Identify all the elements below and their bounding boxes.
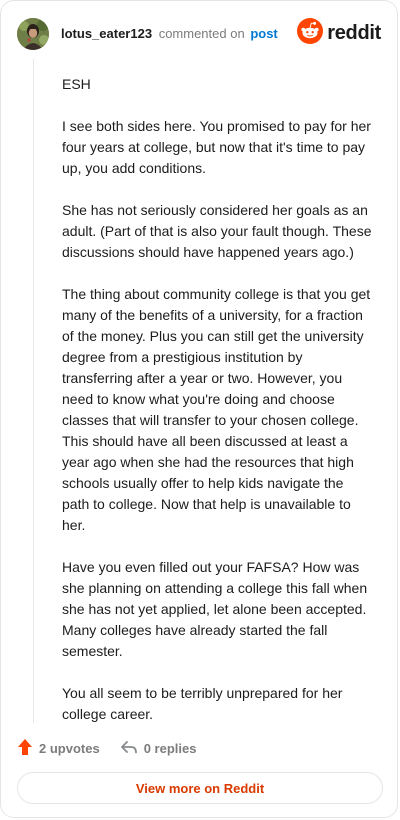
upvote-button[interactable]: 2 upvotes bbox=[17, 738, 100, 759]
comment-paragraph: You all seem to be terribly unprepared f… bbox=[62, 685, 343, 722]
comment-meta: lotus_eater123 commented on post bbox=[61, 26, 278, 42]
upvote-count: 2 upvotes bbox=[39, 740, 100, 756]
comment-paragraph: Have you even filled out your FAFSA? How… bbox=[62, 559, 368, 659]
reply-arrow-icon bbox=[120, 739, 138, 758]
reply-button[interactable]: 0 replies bbox=[120, 739, 197, 758]
thread-line bbox=[33, 59, 34, 723]
comment-paragraph: ESH bbox=[62, 76, 91, 92]
comment-paragraph: The thing about community college is tha… bbox=[62, 286, 371, 533]
reply-count: 0 replies bbox=[143, 740, 197, 756]
reddit-logo-icon bbox=[297, 17, 324, 49]
embedded-comment-card: lotus_eater123 commented on post reddit bbox=[0, 0, 398, 818]
comment-header: lotus_eater123 commented on post reddit bbox=[17, 17, 381, 51]
post-link[interactable]: post bbox=[250, 26, 277, 41]
reddit-wordmark: reddit bbox=[327, 22, 381, 44]
avatar-image bbox=[17, 18, 49, 50]
commented-on-label: commented on bbox=[158, 25, 245, 41]
avatar[interactable] bbox=[17, 18, 49, 50]
reddit-brand[interactable]: reddit bbox=[297, 17, 381, 49]
view-more-on-reddit-button[interactable]: View more on Reddit bbox=[17, 772, 383, 804]
comment-paragraph: She has not seriously considered her goa… bbox=[62, 202, 372, 260]
username-link[interactable]: lotus_eater123 bbox=[61, 26, 152, 41]
comment-paragraph: I see both sides here. You promised to p… bbox=[62, 118, 371, 176]
upvote-arrow-icon bbox=[17, 738, 33, 759]
comment-body: ESH I see both sides here. You promised … bbox=[62, 74, 374, 746]
comment-footer: 2 upvotes 0 replies bbox=[17, 738, 196, 758]
